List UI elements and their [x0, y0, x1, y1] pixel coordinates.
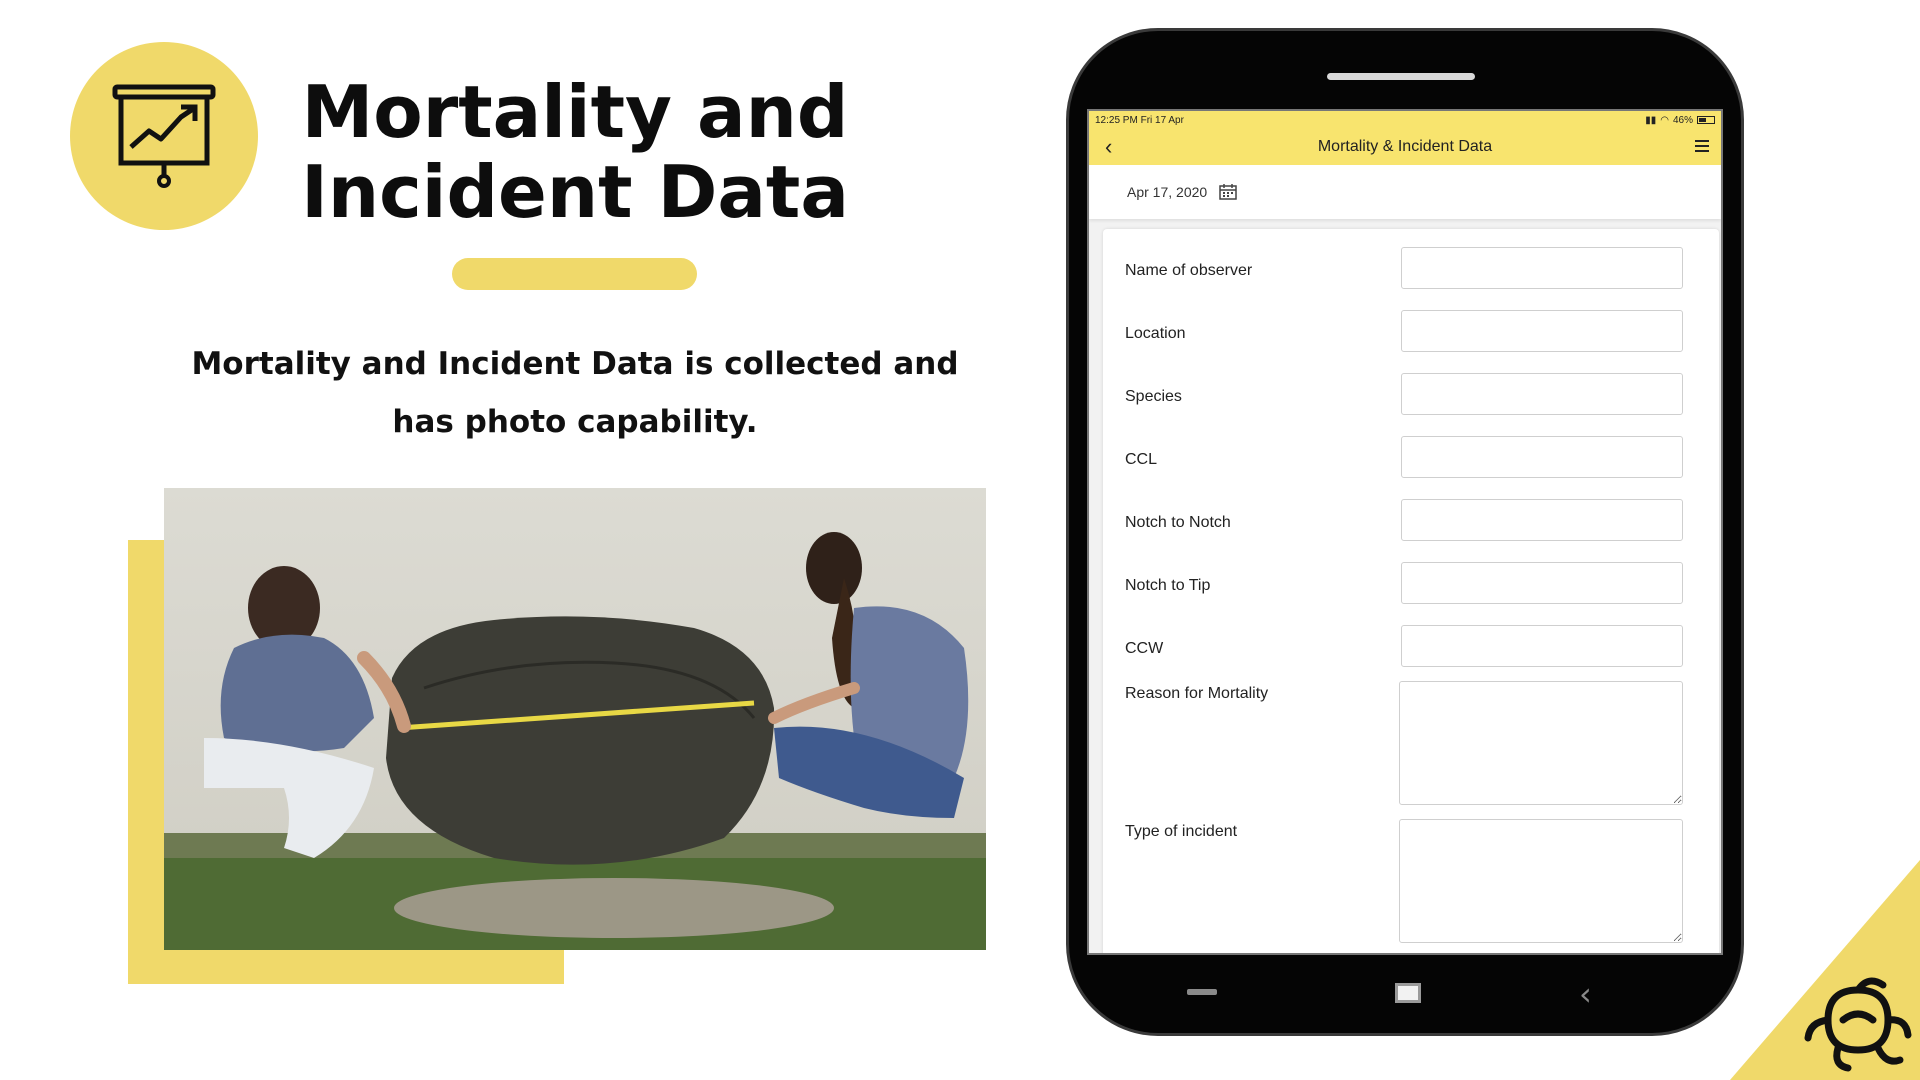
- location-label: Location: [1125, 325, 1186, 342]
- hamburger-menu-icon[interactable]: [1695, 140, 1709, 155]
- species-input[interactable]: [1401, 373, 1683, 415]
- name-of-observer-label: Name of observer: [1125, 262, 1253, 279]
- turtle-measurement-photo: [164, 488, 986, 950]
- page-title: Mortality and Incident Data: [285, 72, 865, 232]
- type-of-incident-label: Type of incident: [1125, 823, 1238, 840]
- notch-to-tip-input[interactable]: [1401, 562, 1683, 604]
- wifi-icon: ◠: [1660, 114, 1669, 126]
- date-value[interactable]: Apr 17, 2020: [1127, 184, 1207, 200]
- recents-nav-icon[interactable]: [1187, 989, 1217, 995]
- notch-to-notch-input[interactable]: [1401, 499, 1683, 541]
- reason-for-mortality-textarea[interactable]: [1399, 681, 1683, 805]
- notch-to-tip-label: Notch to Tip: [1125, 577, 1211, 594]
- app-title: Mortality & Incident Data: [1317, 138, 1493, 155]
- slide-description-line-2: has photo capability.: [392, 404, 758, 440]
- status-bar: 12:25 PM Fri 17 Apr ▮▮ ◠ 46%: [1089, 111, 1721, 129]
- slide-description: Mortality and Incident Data is collected…: [180, 335, 970, 451]
- android-nav-bar: ‹: [1069, 971, 1747, 1013]
- status-time: 12:25 PM Fri 17 Apr: [1095, 114, 1184, 126]
- back-chevron-icon[interactable]: ‹: [1105, 134, 1112, 160]
- ccw-label: CCW: [1125, 640, 1164, 657]
- app-header: ‹ Mortality & Incident Data: [1089, 129, 1721, 165]
- app-screen: 12:25 PM Fri 17 Apr ▮▮ ◠ 46% ‹ Mortality…: [1087, 109, 1723, 955]
- notch-to-notch-label: Notch to Notch: [1125, 514, 1231, 531]
- name-of-observer-input[interactable]: [1401, 247, 1683, 289]
- date-selector[interactable]: Apr 17, 2020: [1089, 165, 1721, 219]
- type-of-incident-textarea[interactable]: [1399, 819, 1683, 943]
- presentation-icon-badge: [70, 42, 258, 230]
- calendar-icon[interactable]: [1219, 184, 1237, 200]
- page-title-line-2: Incident Data: [301, 150, 849, 234]
- phone-mockup: 12:25 PM Fri 17 Apr ▮▮ ◠ 46% ‹ Mortality…: [1066, 28, 1744, 1036]
- status-indicators: ▮▮ ◠ 46%: [1645, 115, 1715, 126]
- signal-icon: ▮▮: [1645, 114, 1657, 126]
- battery-level: 46%: [1672, 114, 1693, 126]
- species-label: Species: [1125, 388, 1182, 405]
- presentation-chart-icon: [112, 84, 216, 188]
- battery-icon: [1697, 116, 1715, 124]
- back-nav-icon[interactable]: ‹: [1579, 975, 1592, 1013]
- page-title-line-1: Mortality and: [301, 70, 849, 154]
- phone-speaker: [1327, 73, 1475, 80]
- incident-form: Name of observer Location Species CCL No…: [1103, 229, 1719, 953]
- title-underline-bar: [452, 258, 697, 290]
- ccl-input[interactable]: [1401, 436, 1683, 478]
- home-nav-icon[interactable]: [1395, 983, 1421, 1003]
- ccl-label: CCL: [1125, 451, 1158, 468]
- corner-logo-area: [1730, 860, 1920, 1080]
- ccw-input[interactable]: [1401, 625, 1683, 667]
- slide-description-line-1: Mortality and Incident Data is collected…: [191, 346, 959, 382]
- reason-for-mortality-label: Reason for Mortality: [1125, 685, 1269, 702]
- location-input[interactable]: [1401, 310, 1683, 352]
